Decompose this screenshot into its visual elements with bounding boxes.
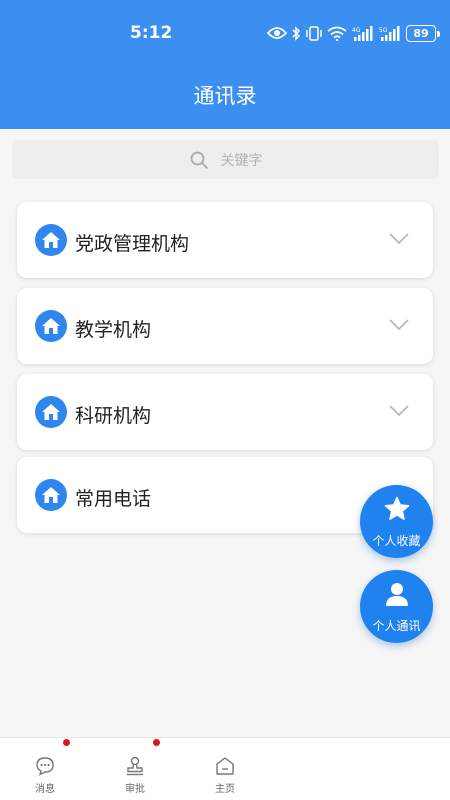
5g-signal-icon: 5G [379, 25, 400, 41]
home-icon [35, 479, 67, 511]
favorites-button[interactable]: 个人收藏 [360, 485, 433, 558]
search-icon [190, 151, 208, 169]
home-icon [35, 310, 67, 342]
favorites-label: 个人收藏 [372, 534, 421, 548]
home-icon [35, 396, 67, 428]
eye-icon [267, 27, 287, 39]
stamp-icon [127, 756, 143, 776]
unread-badge [63, 739, 70, 746]
search-input[interactable]: 关键字 [12, 140, 439, 179]
star-icon [384, 496, 410, 520]
svg-text:5G: 5G [379, 27, 388, 34]
home-icon [216, 757, 234, 775]
wifi-icon [327, 26, 347, 41]
tab-label: 主页 [215, 784, 235, 795]
vibrate-icon [306, 25, 322, 41]
status-icons: 4G 5G 89 [267, 22, 440, 44]
personal-contacts-label: 个人通讯 [372, 619, 421, 633]
personal-contacts-button[interactable]: 个人通讯 [360, 570, 433, 643]
svg-text:4G: 4G [352, 27, 361, 34]
unread-badge [153, 739, 160, 746]
group-party-admin[interactable]: 党政管理机构 [17, 202, 433, 278]
tab-label: 消息 [35, 784, 55, 795]
status-bar: 5:12 4G 5G 89 [0, 0, 450, 66]
group-teaching[interactable]: 教学机构 [17, 288, 433, 364]
4g-signal-icon: 4G [352, 25, 373, 41]
chevron-down-icon[interactable] [389, 405, 409, 417]
bluetooth-icon [292, 25, 301, 41]
chevron-down-icon[interactable] [389, 233, 409, 245]
tab-label: 审批 [125, 784, 145, 795]
person-icon [386, 583, 408, 606]
app-header: 5:12 4G 5G 89 通讯录 [0, 0, 450, 129]
group-label: 常用电话 [75, 488, 152, 510]
bottom-tab-bar: 消息 审批 主页 [0, 737, 450, 800]
page-title: 通讯录 [193, 84, 257, 108]
group-label: 教学机构 [75, 319, 152, 341]
tab-approval[interactable]: 审批 [90, 738, 180, 800]
group-research[interactable]: 科研机构 [17, 374, 433, 450]
home-icon [35, 224, 67, 256]
group-label: 党政管理机构 [75, 233, 190, 255]
chat-bubble-icon [36, 757, 54, 776]
status-time: 5:12 [130, 23, 173, 43]
search-placeholder: 关键字 [220, 152, 263, 169]
group-label: 科研机构 [75, 405, 152, 427]
tab-home[interactable]: 主页 [180, 738, 270, 800]
tab-messages[interactable]: 消息 [0, 738, 90, 800]
chevron-down-icon[interactable] [389, 319, 409, 331]
battery-indicator: 89 [406, 24, 440, 42]
